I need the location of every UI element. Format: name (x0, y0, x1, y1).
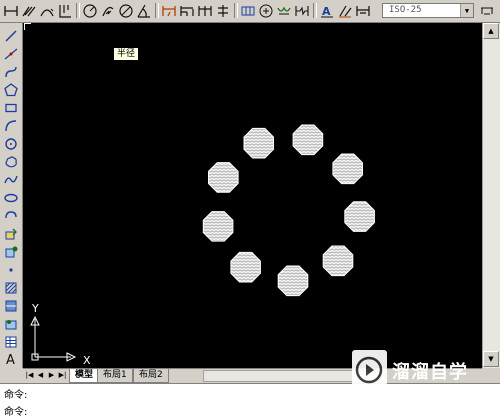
hatched-polygon[interactable] (277, 265, 309, 297)
polyline-icon[interactable] (3, 64, 19, 79)
dim-space-icon[interactable] (214, 2, 231, 19)
watermark-brand: 溜溜自学 (392, 362, 468, 383)
ucs-x-label: X (83, 354, 91, 367)
linear-dim-icon[interactable] (2, 2, 19, 19)
dimension-toolbar: A ISO-25 ▼ (0, 0, 500, 23)
command-prompt[interactable]: 命令: (4, 403, 27, 418)
scroll-up-icon[interactable]: ▲ (483, 23, 499, 39)
hatched-polygon[interactable] (344, 201, 375, 232)
ordinate-dim-icon[interactable] (56, 2, 73, 19)
tab-model[interactable]: 模型 (69, 369, 100, 383)
tab-layout1[interactable]: 布局1 (97, 369, 133, 383)
dimedit-icon[interactable]: A (318, 2, 335, 19)
ellipse-arc-icon[interactable] (3, 208, 19, 223)
dim-update-icon[interactable] (354, 2, 371, 19)
hatched-polygon[interactable] (322, 245, 354, 277)
dimstyle-value: ISO-25 (389, 5, 422, 15)
construction-line-icon[interactable] (3, 46, 19, 61)
arc-icon[interactable] (3, 118, 19, 133)
hatched-polygon[interactable] (292, 124, 324, 156)
circle-icon[interactable] (3, 136, 19, 151)
prev-tab-icon[interactable]: ◀ (36, 370, 45, 381)
ucs-icon (30, 315, 77, 362)
dimstyle-manager-icon[interactable] (478, 2, 495, 19)
hatch-icon[interactable] (3, 280, 19, 295)
continue-dim-icon[interactable] (196, 2, 213, 19)
make-block-icon[interactable] (3, 244, 19, 259)
spline-icon[interactable] (3, 172, 19, 187)
revision-cloud-icon[interactable] (3, 154, 19, 169)
aligned-dim-icon[interactable] (20, 2, 37, 19)
angular-dim-icon[interactable] (135, 2, 152, 19)
mtext-icon[interactable]: A (3, 351, 19, 366)
diameter-dim-icon[interactable] (117, 2, 134, 19)
ellipse-icon[interactable] (3, 190, 19, 205)
jogged-linear-icon[interactable] (293, 2, 310, 19)
first-tab-icon[interactable]: |◀ (25, 370, 34, 381)
point-icon[interactable] (3, 262, 19, 277)
svg-text:A: A (6, 353, 15, 366)
svg-text:A: A (322, 5, 331, 18)
watermark-logo: 溜溜自学 ZIXUE.3D66.COM (352, 350, 472, 407)
dimtedit-icon[interactable] (336, 2, 353, 19)
watermark-url: ZIXUE.3D66.COM (393, 383, 454, 391)
last-tab-icon[interactable]: ▶| (58, 370, 67, 381)
chevron-down-icon[interactable]: ▼ (460, 4, 473, 17)
draw-toolbar: A (0, 23, 23, 368)
line-icon[interactable] (3, 28, 19, 43)
command-history-line: 命令: (4, 390, 28, 401)
inspect-icon[interactable] (275, 2, 292, 19)
hatched-polygon[interactable] (208, 162, 239, 193)
baseline-dim-icon[interactable] (178, 2, 195, 19)
vertical-scrollbar[interactable]: ▲ ▼ (482, 23, 500, 368)
crosshair-cursor (24, 23, 31, 30)
arc-length-dim-icon[interactable] (38, 2, 55, 19)
quick-dim-icon[interactable] (160, 2, 177, 19)
rectangle-icon[interactable] (3, 100, 19, 115)
polygon-icon[interactable] (3, 82, 19, 97)
ucs-y-label: Y (31, 302, 39, 315)
radius-dim-icon[interactable] (81, 2, 98, 19)
center-mark-icon[interactable] (257, 2, 274, 19)
hatched-polygon[interactable] (332, 153, 363, 185)
tooltip: 半径 (113, 47, 140, 61)
insert-block-icon[interactable] (3, 226, 19, 241)
dimstyle-dropdown[interactable]: ISO-25 ▼ (382, 3, 474, 18)
hatched-polygon[interactable] (243, 127, 274, 159)
tolerance-icon[interactable] (239, 2, 256, 19)
drawing-canvas[interactable]: Y X 半径 (23, 23, 482, 368)
scroll-down-icon[interactable]: ▼ (483, 351, 499, 367)
drawing-area: Y X (30, 124, 375, 367)
region-icon[interactable] (3, 316, 19, 331)
hatched-polygon[interactable] (230, 251, 261, 283)
next-tab-icon[interactable]: ▶ (47, 370, 56, 381)
tab-layout2[interactable]: 布局2 (133, 369, 169, 383)
hatched-polygon[interactable] (202, 211, 234, 242)
gradient-icon[interactable] (3, 298, 19, 313)
play-logo-icon (352, 350, 387, 391)
table-icon[interactable] (3, 334, 19, 349)
jogged-dim-icon[interactable] (99, 2, 116, 19)
